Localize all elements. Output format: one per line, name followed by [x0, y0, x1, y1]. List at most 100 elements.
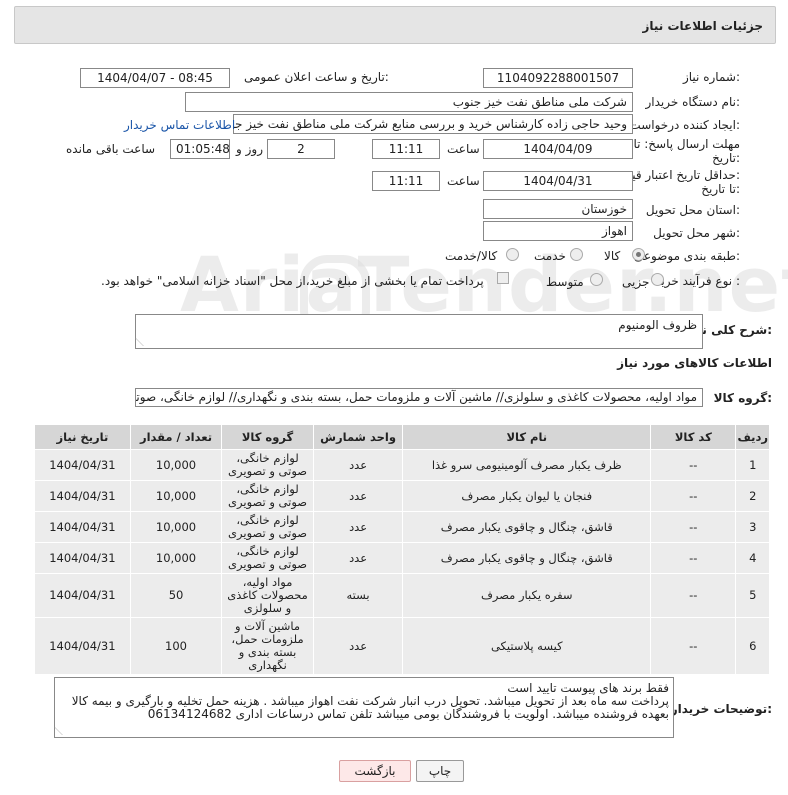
cell-group: لوازم خانگی، صوتی و تصویری [221, 449, 314, 481]
cell-row: 4 [735, 542, 770, 574]
category-option-both: کالا/خدمت [445, 249, 498, 263]
page-header: جزئیات اطلاعات نیاز [14, 6, 776, 44]
creator-field[interactable]: وحید حاجی زاده کارشناس خرید و بررسی مناب… [233, 114, 633, 134]
cell-qty: 10,000 [129, 480, 223, 512]
cell-qty: 10,000 [129, 542, 223, 574]
cell-name: قاشق، چنگال و چاقوی یکبار مصرف [402, 542, 652, 574]
cell-unit: عدد [312, 449, 404, 481]
cell-unit: عدد [312, 617, 404, 675]
goods-table: ردیف کد کالا نام کالا واحد شمارش گروه کا… [34, 424, 770, 675]
cell-qty: 10,000 [129, 511, 223, 543]
col-header-date: تاریخ نیاز [34, 424, 131, 450]
back-button[interactable]: بازگشت [339, 760, 411, 782]
deadline-label: مهلت ارسال پاسخ: تا [633, 137, 740, 151]
resize-grip-icon [135, 338, 151, 346]
province-label: استان محل تحویل: [645, 203, 740, 217]
resize-grip-icon [54, 727, 70, 735]
need-number-field[interactable]: 1104092288001507 [483, 68, 633, 88]
cell-date: 1404/04/31 [34, 449, 131, 481]
creator-label: ایجاد کننده درخواست: [629, 118, 740, 132]
deadline-time-label: ساعت [447, 142, 480, 156]
cell-name: قاشق، چنگال و چاقوی یکبار مصرف [402, 511, 652, 543]
cell-qty: 10,000 [129, 449, 223, 481]
col-header-code: کد کالا [650, 424, 737, 450]
announce-label: تاریخ و ساعت اعلان عمومی: [244, 70, 389, 84]
cell-group: لوازم خانگی، صوتی و تصویری [221, 480, 314, 512]
cell-code: -- [650, 542, 737, 574]
cell-row: 5 [735, 573, 770, 618]
cell-qty: 50 [129, 573, 223, 618]
cell-code: -- [650, 449, 737, 481]
goods-group-field[interactable]: مواد اولیه، محصولات کاغذی و سلولزی// ماش… [135, 388, 703, 407]
table-row[interactable]: 2 -- فنجان یا لیوان یکبار مصرف عدد لوازم خان… [34, 480, 770, 512]
validity-time-field[interactable]: 11:11 [372, 171, 440, 191]
goods-section-title: اطلاعات کالاهای مورد نیاز [617, 356, 772, 370]
announce-field[interactable]: 1404/04/07 - 08:45 [80, 68, 230, 88]
category-option-service: خدمت [534, 249, 566, 263]
days-remaining-field[interactable]: 2 [267, 139, 335, 159]
col-header-name: نام کالا [402, 424, 652, 450]
category-radio-service[interactable] [570, 248, 583, 261]
cell-date: 1404/04/31 [34, 480, 131, 512]
cell-name: سفره یکبار مصرف [402, 573, 652, 618]
col-header-qty: تعداد / مقدار [129, 424, 223, 450]
buyer-notes-line-3: بعهده فروشنده میباشد. اولویت با فروشندگا… [147, 707, 669, 721]
table-row[interactable]: 1 -- ظرف یکبار مصرف آلومینیومی سرو غذا عدد ل… [34, 449, 770, 481]
category-option-goods: کالا [604, 249, 621, 263]
province-field[interactable]: خوزستان [483, 199, 633, 219]
buyer-org-label: نام دستگاه خریدار: [645, 95, 741, 109]
category-radio-goods[interactable] [632, 248, 645, 261]
time-remaining-label: ساعت باقی مانده [66, 142, 156, 156]
category-radio-both[interactable] [506, 248, 519, 261]
process-label: نوع فرآیند خرید : [655, 274, 740, 288]
treasury-payment-checkbox[interactable] [497, 272, 509, 284]
table-row[interactable]: 6 -- کیسه پلاستیکی عدد ماشین آلات و ملزومات … [34, 617, 770, 675]
cell-name: کیسه پلاستیکی [402, 617, 652, 675]
description-field[interactable]: ظروف الومنیوم [135, 314, 703, 349]
cell-code: -- [650, 511, 737, 543]
cell-name: فنجان یا لیوان یکبار مصرف [402, 480, 652, 512]
city-field[interactable]: اهواز [483, 221, 633, 241]
cell-group: ماشین آلات و ملزومات حمل، بسته بندی و نگ… [221, 617, 314, 675]
validity-date-field[interactable]: 1404/04/31 [483, 171, 633, 191]
col-header-unit: واحد شمارش [312, 424, 404, 450]
cell-unit: عدد [312, 480, 404, 512]
cell-row: 3 [735, 511, 770, 543]
col-header-row: ردیف [735, 424, 770, 450]
cell-unit: عدد [312, 511, 404, 543]
cell-code: -- [650, 617, 737, 675]
table-row[interactable]: 4 -- قاشق، چنگال و چاقوی یکبار مصرف عدد لواز… [34, 542, 770, 574]
cell-code: -- [650, 573, 737, 618]
table-header-row: ردیف کد کالا نام کالا واحد شمارش گروه کا… [34, 424, 770, 450]
time-remaining-field[interactable]: 01:05:48 [170, 139, 230, 159]
col-header-group: گروه کالا [221, 424, 314, 450]
cell-group: لوازم خانگی، صوتی و تصویری [221, 542, 314, 574]
buyer-notes-label: توضیحات خریدار: [670, 702, 772, 716]
deadline-time-field[interactable]: 11:11 [372, 139, 440, 159]
deadline-label-2: تاریخ: [712, 151, 740, 165]
cell-qty: 100 [129, 617, 223, 675]
cell-name: ظرف یکبار مصرف آلومینیومی سرو غذا [402, 449, 652, 481]
buyer-notes-field[interactable]: فقط برند های پیوست تایید است پرداخت سه م… [54, 677, 674, 738]
buyer-org-field[interactable]: شرکت ملی مناطق نفت خیز جنوب [185, 92, 633, 112]
print-button[interactable]: چاپ [416, 760, 464, 782]
cell-date: 1404/04/31 [34, 511, 131, 543]
city-label: شهر محل تحویل: [653, 226, 740, 240]
deadline-date-field[interactable]: 1404/04/09 [483, 139, 633, 159]
process-radio-medium[interactable] [590, 273, 603, 286]
table-row[interactable]: 5 -- سفره یکبار مصرف بسته مواد اولیه، محصولا… [34, 573, 770, 618]
cell-unit: عدد [312, 542, 404, 574]
process-option-medium: متوسط [546, 275, 584, 289]
cell-date: 1404/04/31 [34, 542, 131, 574]
validity-time-label: ساعت [447, 174, 480, 188]
cell-date: 1404/04/31 [34, 573, 131, 618]
need-number-label: شماره نیاز: [682, 70, 740, 84]
validity-label-2: تا تاریخ: [701, 182, 740, 196]
cell-row: 6 [735, 617, 770, 675]
contact-info-link[interactable]: اطلاعات تماس خریدار [124, 118, 235, 132]
table-row[interactable]: 3 -- قاشق، چنگال و چاقوی یکبار مصرف عدد لواز… [34, 511, 770, 543]
process-radio-minor[interactable] [651, 273, 664, 286]
cell-code: -- [650, 480, 737, 512]
days-label: روز و [236, 142, 263, 156]
cell-row: 1 [735, 449, 770, 481]
